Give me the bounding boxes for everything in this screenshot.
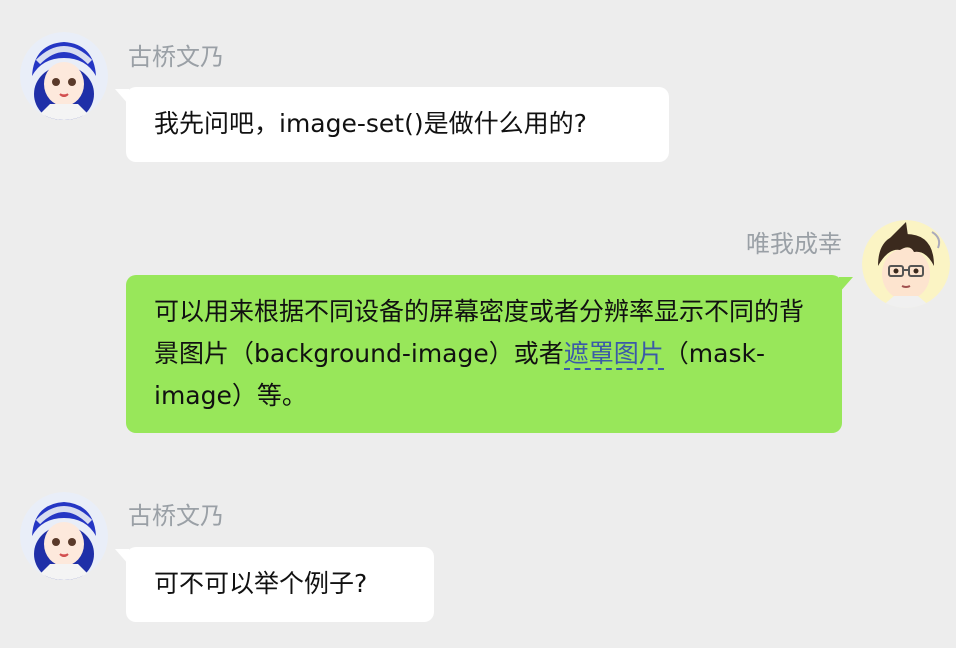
chat-message-1: 古桥文乃 我先问吧，image-set()是做什么用的?: [0, 0, 956, 170]
message-text: 我先问吧，image-set()是做什么用的?: [154, 109, 587, 138]
chat-message-3: 古桥文乃 可不可以举个例子?: [0, 460, 956, 648]
fumino-avatar[interactable]: [20, 492, 108, 580]
sender-name: 古桥文乃: [128, 502, 224, 530]
bubble-tail: [115, 89, 129, 105]
message-bubble[interactable]: 可不可以举个例子?: [115, 547, 434, 622]
chat-message-2: 唯我成幸 可以用来根据不同设备的屏幕密度或者分辨率显示不同的背景图片（backg…: [0, 200, 956, 440]
nariyuki-avatar[interactable]: [862, 220, 950, 308]
message-text: 可不可以举个例子?: [154, 569, 368, 598]
sender-name: 唯我成幸: [746, 230, 842, 258]
anime-girl-avatar-icon: [20, 32, 108, 120]
fumino-avatar[interactable]: [20, 32, 108, 120]
message-bubble[interactable]: 我先问吧，image-set()是做什么用的?: [115, 87, 669, 162]
anime-boy-avatar-icon: [862, 220, 950, 308]
sender-name: 古桥文乃: [128, 43, 224, 71]
anime-girl-avatar-icon: [20, 492, 108, 580]
message-bubble[interactable]: 可以用来根据不同设备的屏幕密度或者分辨率显示不同的背景图片（background…: [126, 275, 853, 433]
bubble-tail: [839, 277, 853, 293]
mask-image-link[interactable]: 遮罩图片: [563, 339, 664, 370]
bubble-tail: [115, 549, 129, 565]
